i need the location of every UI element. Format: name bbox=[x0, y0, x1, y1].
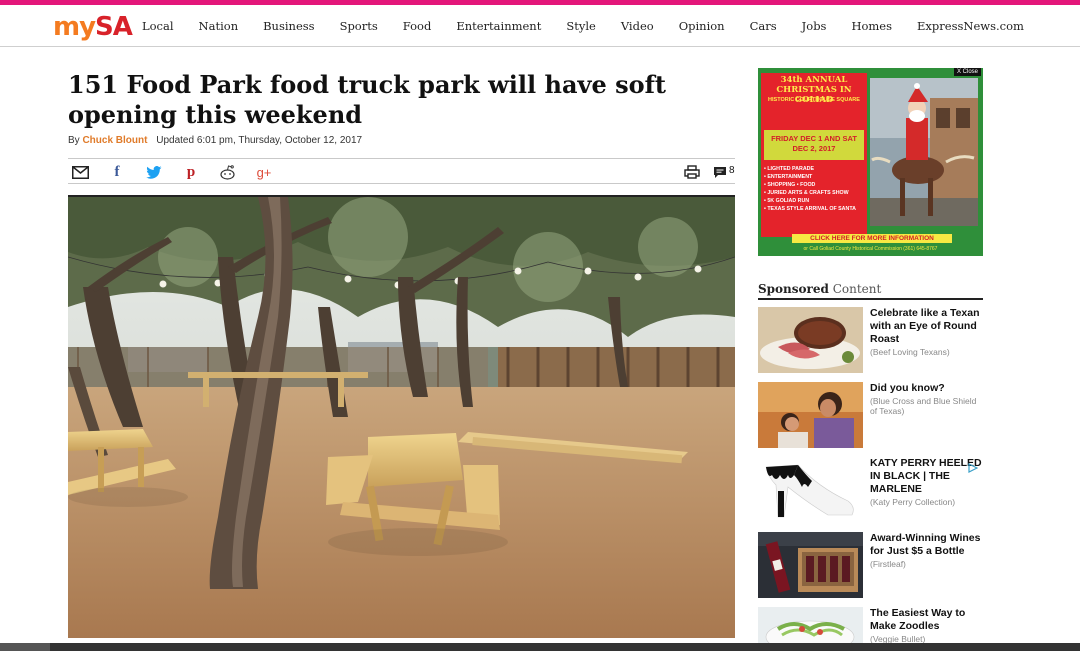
nav-cars[interactable]: Cars bbox=[750, 19, 777, 33]
sponsored-title[interactable]: Celebrate like a Texan with an Eye of Ro… bbox=[870, 307, 983, 357]
nav-local[interactable]: Local bbox=[142, 19, 174, 33]
article-photo[interactable] bbox=[68, 195, 735, 638]
bottom-bar bbox=[0, 643, 1080, 651]
mysa-logo[interactable]: mySA bbox=[53, 12, 133, 42]
ad-event-list: • LIGHTED PARADE • ENTERTAINMENT • SHOPP… bbox=[764, 165, 868, 213]
sponsored-label: Sponsored bbox=[758, 282, 829, 296]
author-link[interactable]: Chuck Blount bbox=[82, 135, 147, 146]
comment-icon[interactable] bbox=[711, 163, 729, 181]
food-park-photo bbox=[68, 197, 735, 638]
byline: By Chuck Blount Updated 6:01 pm, Thursda… bbox=[68, 135, 362, 146]
main-nav: Local Nation Business Sports Food Entert… bbox=[142, 5, 1049, 47]
sponsored-header: Sponsored Content bbox=[758, 282, 983, 300]
ad-footer: or Call Goliad County Historical Commiss… bbox=[803, 246, 938, 252]
sponsored-item[interactable]: Did you know? (Blue Cross and Blue Shiel… bbox=[758, 382, 983, 448]
ad-event-item: • TEXAS STYLE ARRIVAL OF SANTA bbox=[764, 206, 857, 212]
ad-close-button[interactable]: X Close bbox=[953, 68, 981, 76]
nav-nation[interactable]: Nation bbox=[199, 19, 239, 33]
christmas-goliad-ad[interactable]: X Close 34th ANNUAL CHRISTMAS IN GOLIAD … bbox=[758, 68, 983, 256]
sponsored-item[interactable]: KATY PERRY HEELED IN BLACK | THE MARLENE… bbox=[758, 457, 983, 523]
nav-entertainment[interactable]: Entertainment bbox=[456, 19, 541, 33]
ad-event-item: • 5K GOLIAD RUN bbox=[764, 198, 810, 204]
sponsored-source: (Beef Loving Texans) bbox=[870, 347, 950, 357]
sponsored-source: (Katy Perry Collection) bbox=[870, 497, 956, 507]
bottom-tab bbox=[0, 643, 50, 651]
comment-count[interactable]: 8 bbox=[729, 165, 735, 176]
twitter-icon[interactable] bbox=[145, 163, 163, 181]
nav-expressnews[interactable]: ExpressNews.com bbox=[917, 19, 1024, 33]
ad-event-item: • JURIED ARTS & CRAFTS SHOW bbox=[764, 190, 849, 196]
roast-thumbnail[interactable] bbox=[758, 307, 863, 373]
updated-timestamp: Updated 6:01 pm, Thursday, October 12, 2… bbox=[156, 135, 363, 146]
ad-cta-button[interactable]: CLICK HERE FOR MORE INFORMATION bbox=[792, 234, 952, 243]
ad-subtitle: HISTORIC COURTHOUSE SQUARE bbox=[768, 97, 860, 103]
nav-food[interactable]: Food bbox=[403, 19, 432, 33]
sponsored-title-text[interactable]: Did you know? bbox=[870, 382, 945, 394]
shoe-thumbnail[interactable] bbox=[758, 457, 863, 523]
nav-business[interactable]: Business bbox=[263, 19, 314, 33]
sponsored-item[interactable]: Celebrate like a Texan with an Eye of Ro… bbox=[758, 307, 983, 373]
print-icon[interactable] bbox=[683, 163, 701, 181]
wine-box-thumbnail[interactable] bbox=[758, 532, 863, 598]
googleplus-icon[interactable]: g+ bbox=[255, 163, 273, 181]
ad-event-item: • SHOPPING • FOOD bbox=[764, 182, 816, 188]
share-bar: f p g+ 8 bbox=[68, 158, 735, 184]
sponsored-source: (Blue Cross and Blue Shield of Texas) bbox=[870, 396, 977, 416]
sponsored-title-text[interactable]: Celebrate like a Texan with an Eye of Ro… bbox=[870, 307, 980, 345]
ad-event-item: • LIGHTED PARADE bbox=[764, 166, 815, 172]
article-headline: 151 Food Park food truck park will have … bbox=[68, 70, 666, 129]
sponsored-title[interactable]: Award-Winning Wines for Just $5 a Bottle… bbox=[870, 532, 983, 569]
facebook-icon[interactable]: f bbox=[108, 163, 126, 181]
sponsored-title-text[interactable]: KATY PERRY HEELED IN BLACK | THE MARLENE bbox=[870, 457, 982, 495]
sponsored-title[interactable]: Did you know? (Blue Cross and Blue Shiel… bbox=[870, 382, 983, 416]
logo-my: my bbox=[53, 12, 96, 42]
mother-child-thumbnail[interactable] bbox=[758, 382, 863, 448]
sponsored-source: (Firstleaf) bbox=[870, 559, 906, 569]
nav-video[interactable]: Video bbox=[621, 19, 654, 33]
reddit-icon[interactable] bbox=[218, 163, 236, 181]
adchoices-icon[interactable] bbox=[968, 463, 978, 473]
sponsored-title-text[interactable]: The Easiest Way to Make Zoodles bbox=[870, 607, 965, 632]
sponsored-title[interactable]: KATY PERRY HEELED IN BLACK | THE MARLENE… bbox=[870, 457, 983, 507]
logo-sa: SA bbox=[95, 12, 133, 42]
zoodles-thumbnail[interactable] bbox=[758, 607, 863, 643]
sponsored-title[interactable]: The Easiest Way to Make Zoodles (Veggie … bbox=[870, 607, 983, 644]
mail-icon[interactable] bbox=[71, 163, 89, 181]
sponsored-title-text[interactable]: Award-Winning Wines for Just $5 a Bottle bbox=[870, 532, 980, 557]
ad-event-item: • ENTERTAINMENT bbox=[764, 174, 813, 180]
nav-sports[interactable]: Sports bbox=[340, 19, 378, 33]
nav-jobs[interactable]: Jobs bbox=[802, 19, 827, 33]
byline-by: By bbox=[68, 135, 80, 146]
ad-dates: FRIDAY DEC 1 AND SAT DEC 2, 2017 bbox=[764, 130, 864, 160]
nav-style[interactable]: Style bbox=[566, 19, 595, 33]
ad-santa-photo bbox=[870, 78, 978, 226]
site-header: mySA Local Nation Business Sports Food E… bbox=[0, 5, 1080, 47]
pinterest-icon[interactable]: p bbox=[182, 163, 200, 181]
sponsored-item[interactable]: Award-Winning Wines for Just $5 a Bottle… bbox=[758, 532, 983, 598]
nav-opinion[interactable]: Opinion bbox=[679, 19, 725, 33]
nav-homes[interactable]: Homes bbox=[851, 19, 892, 33]
content-label: Content bbox=[828, 282, 882, 296]
